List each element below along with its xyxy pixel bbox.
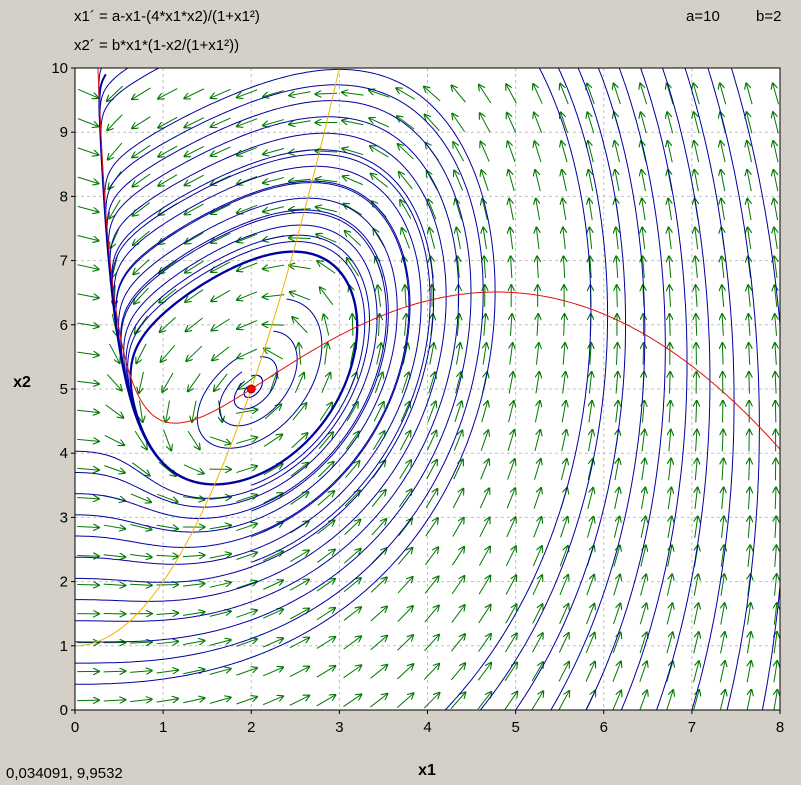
y-tick-label: 9 [60,124,68,141]
y-tick-label: 10 [51,60,68,77]
field-arrow [643,343,644,365]
y-tick-label: 0 [60,702,68,719]
x-tick-label: 7 [688,719,696,736]
parameter-b: b=2 [756,8,781,25]
y-tick-label: 1 [60,638,68,655]
x-tick-label: 5 [511,719,519,736]
x-tick-label: 3 [335,719,343,736]
x-axis-label: x1 [418,762,436,779]
equation-x1: x1´ = a-x1-(4*x1*x2)/(1+x1²) [74,8,260,25]
field-arrow [670,314,671,336]
field-arrow [617,285,618,307]
x-tick-label: 8 [776,719,784,736]
cursor-coordinates: 0,034091, 9,9532 [6,765,123,782]
field-arrow [289,238,311,239]
y-tick-label: 2 [60,574,68,591]
field-arrow [77,585,99,586]
equilibrium-point [246,384,256,394]
y-tick-label: 8 [60,188,68,205]
equation-x2: x2´ = b*x1*(1-x2/(1+x1²)) [74,37,239,54]
equilibrium-marker [246,384,256,394]
y-axis-label: x2 [13,374,31,391]
x-tick-label: 6 [600,719,608,736]
y-tick-label: 3 [60,509,68,526]
parameter-a: a=10 [686,8,720,25]
x-tick-label: 2 [247,719,255,736]
x-tick-label: 1 [159,719,167,736]
y-tick-label: 5 [60,381,68,398]
x-axis-ticks: 0 1 2 3 4 5 6 7 8 [71,710,784,736]
x-tick-label: 4 [423,719,431,736]
y-axis-ticks: 0 1 2 3 4 5 6 7 8 9 10 [51,60,75,719]
y-tick-label: 7 [60,253,68,270]
x-tick-label: 0 [71,719,79,736]
phase-portrait-window: x1´ = a-x1-(4*x1*x2)/(1+x1²) x2´ = b*x1*… [6,8,784,782]
field-arrow [749,372,750,394]
field-arrow [262,324,285,325]
field-arrow [775,400,776,423]
y-tick-label: 4 [60,445,68,462]
y-tick-label: 6 [60,317,68,334]
